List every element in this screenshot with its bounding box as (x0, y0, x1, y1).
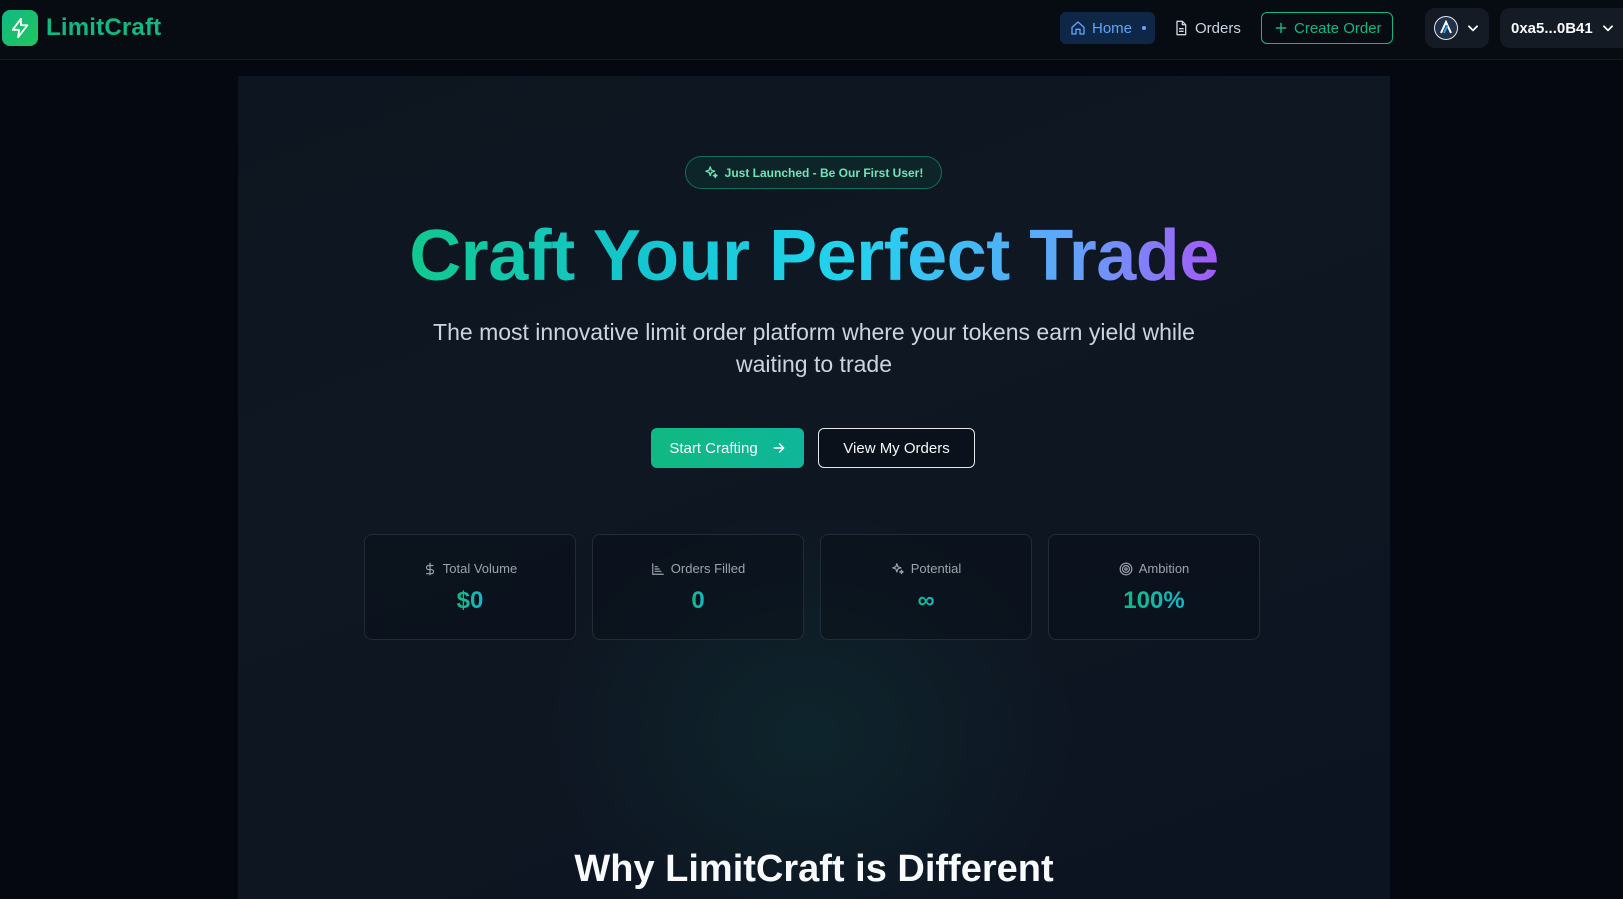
chart-icon (651, 562, 665, 576)
home-icon (1070, 20, 1086, 36)
stat-label: Ambition (1138, 561, 1190, 576)
stat-card-orders-filled: Orders Filled 0 (592, 534, 804, 640)
brand-logo[interactable]: LimitCraft (2, 10, 161, 46)
sparkles-icon (891, 562, 905, 576)
document-icon (1173, 20, 1189, 36)
nav-orders-link[interactable]: Orders (1173, 12, 1241, 44)
stat-card-total-volume: Total Volume $0 (364, 534, 576, 640)
top-navbar: LimitCraft Home Orders Create Order 0xa5… (0, 0, 1623, 60)
stats-row: Total Volume $0 Orders Filled 0 Potentia… (364, 534, 1266, 640)
active-indicator-dot (1142, 26, 1147, 30)
chevron-down-icon (1601, 21, 1615, 35)
start-crafting-button[interactable]: Start Crafting (651, 428, 804, 468)
stat-value: 0 (691, 587, 705, 614)
stat-label: Orders Filled (670, 561, 746, 576)
nav-orders-label: Orders (1195, 19, 1241, 37)
view-my-orders-label: View My Orders (843, 439, 950, 457)
target-icon (1119, 562, 1133, 576)
plus-icon (1274, 21, 1288, 35)
nav-home-link[interactable]: Home (1060, 12, 1155, 44)
stat-label: Potential (910, 561, 962, 576)
hero-headline: Craft Your Perfect Trade (238, 214, 1390, 298)
view-my-orders-button[interactable]: View My Orders (818, 428, 975, 468)
network-selector-button[interactable] (1425, 8, 1489, 48)
stat-label: Total Volume (442, 561, 518, 576)
arbitrum-logo-icon (1434, 16, 1458, 40)
start-crafting-label: Start Crafting (669, 439, 758, 457)
account-button[interactable]: 0xa5...0B41 (1500, 8, 1623, 48)
create-order-label: Create Order (1294, 19, 1382, 37)
account-address: 0xa5...0B41 (1511, 19, 1593, 37)
brand-name: LimitCraft (46, 14, 162, 41)
dollar-icon (423, 562, 437, 576)
sparkles-icon (704, 165, 719, 180)
stat-value: ∞ (917, 587, 935, 614)
badge-text: Just Launched - Be Our First User! (724, 165, 924, 180)
arrow-right-icon (772, 441, 786, 455)
create-order-button[interactable]: Create Order (1261, 12, 1393, 44)
stat-value: 100% (1123, 587, 1185, 614)
stat-value: $0 (456, 587, 484, 614)
hero-subheadline: The most innovative limit order platform… (433, 319, 1195, 377)
stat-card-potential: Potential ∞ (820, 534, 1032, 640)
lightning-bolt-icon (2, 10, 38, 46)
nav-home-label: Home (1092, 19, 1133, 37)
chevron-down-icon (1466, 21, 1480, 35)
launch-badge: Just Launched - Be Our First User! (685, 156, 942, 189)
hero-section: Just Launched - Be Our First User! Craft… (238, 76, 1390, 899)
section-heading: Why LimitCraft is Different (574, 848, 1054, 890)
stat-card-ambition: Ambition 100% (1048, 534, 1260, 640)
